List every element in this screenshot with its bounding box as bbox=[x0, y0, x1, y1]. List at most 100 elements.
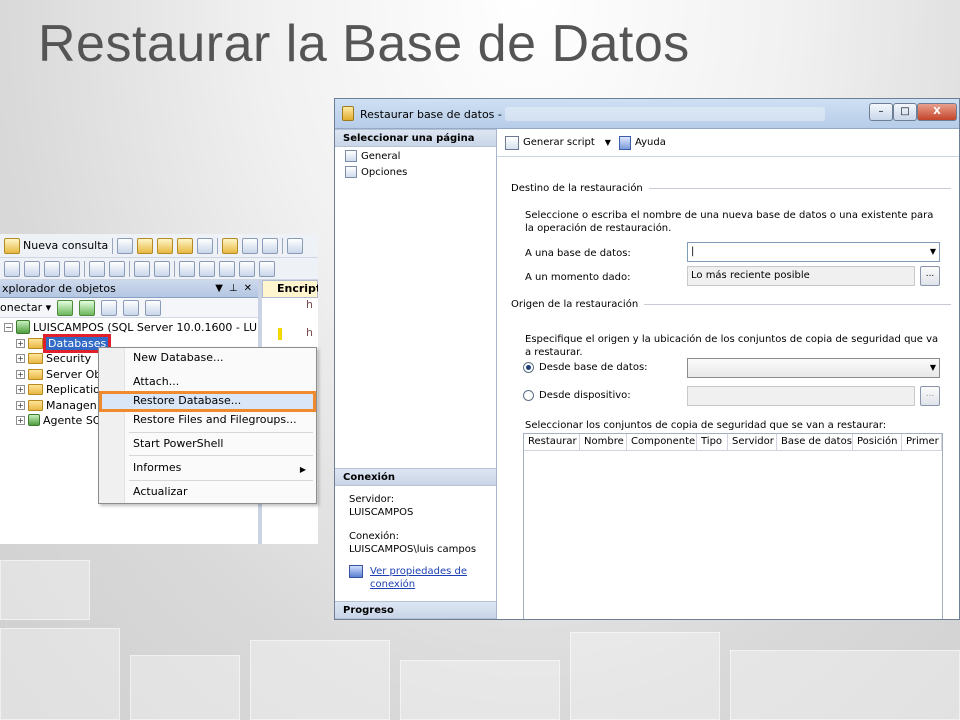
script-dropdown-icon[interactable]: ▼ bbox=[605, 138, 611, 147]
expand-icon[interactable]: + bbox=[16, 369, 25, 379]
column-header-first-lsn[interactable]: Primer L bbox=[902, 434, 942, 450]
page-icon bbox=[345, 150, 357, 162]
indent-icon[interactable] bbox=[89, 260, 105, 277]
point-in-time-browse-button[interactable]: ... bbox=[920, 266, 940, 286]
new-query-button[interactable]: Nueva consulta bbox=[4, 237, 108, 254]
to-database-label: A una base de datos: bbox=[525, 248, 631, 259]
menu-item-refresh[interactable]: Actualizar bbox=[133, 483, 188, 501]
to-database-combobox[interactable]: | ▼ bbox=[687, 242, 940, 262]
column-header-name[interactable]: Nombre bbox=[580, 434, 627, 450]
source-group-title: Origen de la restauración bbox=[511, 299, 639, 310]
tree-item-server-objects[interactable]: + Server Obj bbox=[16, 367, 104, 381]
chevron-down-icon[interactable]: ▼ bbox=[930, 359, 936, 377]
toolbar-icon[interactable] bbox=[239, 260, 255, 277]
menu-item-attach[interactable]: Attach... bbox=[133, 373, 179, 391]
save-icon[interactable] bbox=[242, 237, 259, 254]
close-button[interactable]: X bbox=[917, 103, 957, 121]
menu-item-start-powershell[interactable]: Start PowerShell bbox=[133, 435, 223, 453]
stop-icon[interactable] bbox=[101, 299, 118, 316]
tree-item-label: Agente SQ bbox=[43, 413, 102, 427]
column-header-restore[interactable]: Restaurar bbox=[524, 434, 580, 450]
from-device-browse-button[interactable]: ... bbox=[920, 386, 940, 406]
menu-separator bbox=[129, 455, 313, 456]
pin-icon[interactable]: ⊥ bbox=[229, 283, 238, 294]
chevron-down-icon[interactable]: ▼ bbox=[930, 243, 936, 261]
connect-icon[interactable] bbox=[57, 299, 74, 316]
query-db-icon[interactable] bbox=[137, 237, 154, 254]
query-dmx-icon[interactable] bbox=[177, 237, 194, 254]
toolbar-icon[interactable] bbox=[4, 260, 20, 277]
query-mdx-icon[interactable] bbox=[157, 237, 174, 254]
server-label: Servidor: bbox=[349, 494, 395, 505]
expand-icon[interactable]: + bbox=[16, 400, 25, 410]
from-database-combobox[interactable]: ▼ bbox=[687, 358, 940, 378]
dialog-title: Restaurar base de datos - bbox=[360, 108, 502, 121]
destination-group-title: Destino de la restauración bbox=[511, 183, 643, 194]
column-header-database[interactable]: Base de datos bbox=[777, 434, 853, 450]
from-device-radio[interactable] bbox=[523, 390, 534, 401]
menu-item-reports[interactable]: Informes bbox=[133, 459, 181, 477]
tree-server-node[interactable]: − LUISCAMPOS (SQL Server 10.0.1600 - LUI… bbox=[4, 320, 286, 334]
backup-sets-grid[interactable]: Restaurar Nombre Componente Tipo Servido… bbox=[523, 433, 943, 619]
tree-item-agent[interactable]: + Agente SQ bbox=[16, 413, 101, 427]
toolbar-icon[interactable] bbox=[219, 260, 235, 277]
toolbar-separator bbox=[174, 260, 175, 277]
submenu-arrow-icon: ▶ bbox=[299, 465, 306, 474]
menu-item-new-database[interactable]: New Database... bbox=[133, 349, 223, 367]
query-tab[interactable]: Encripta bbox=[262, 280, 318, 298]
tree-item-management[interactable]: + Managen bbox=[16, 398, 97, 412]
outdent-icon[interactable] bbox=[109, 260, 125, 277]
toolbar-icon[interactable] bbox=[199, 260, 215, 277]
menu-separator bbox=[129, 432, 313, 433]
comment-icon[interactable] bbox=[134, 260, 150, 277]
menu-separator bbox=[129, 480, 313, 481]
from-device-label: Desde dispositivo: bbox=[539, 390, 631, 401]
column-header-server[interactable]: Servidor bbox=[728, 434, 777, 450]
tree-item-replication[interactable]: + Replicatio bbox=[16, 382, 100, 396]
toolbar-icon[interactable] bbox=[179, 260, 195, 277]
column-header-type[interactable]: Tipo bbox=[697, 434, 728, 450]
background-tile bbox=[130, 655, 240, 720]
activity-monitor-icon[interactable] bbox=[287, 237, 304, 254]
tree-item-databases[interactable]: + Databases bbox=[16, 333, 112, 353]
connect-button[interactable]: onectar ▾ bbox=[0, 301, 51, 314]
expand-icon[interactable]: + bbox=[16, 338, 25, 348]
help-button[interactable]: Ayuda bbox=[635, 137, 666, 148]
print-icon[interactable] bbox=[262, 237, 279, 254]
query-xmla-icon[interactable] bbox=[197, 237, 214, 254]
minimize-button[interactable]: – bbox=[869, 103, 893, 121]
toolbar-separator bbox=[129, 260, 130, 277]
collapse-icon[interactable]: − bbox=[4, 322, 13, 332]
expand-icon[interactable]: + bbox=[16, 384, 25, 394]
view-connection-properties-link[interactable]: Ver propiedades de conexión bbox=[370, 565, 480, 591]
expand-icon[interactable]: + bbox=[16, 353, 25, 363]
expand-icon[interactable]: + bbox=[16, 415, 25, 425]
close-icon[interactable]: ✕ bbox=[244, 283, 252, 294]
open-folder-icon[interactable] bbox=[222, 237, 239, 254]
from-database-radio[interactable] bbox=[523, 362, 534, 373]
toolbar-icon[interactable] bbox=[64, 260, 80, 277]
select-page-header: Seleccionar una página bbox=[335, 129, 496, 147]
maximize-button[interactable]: □ bbox=[893, 103, 917, 121]
dropdown-icon[interactable]: ▼ bbox=[215, 283, 223, 294]
server-icon bbox=[16, 320, 30, 334]
filter-icon[interactable] bbox=[123, 299, 140, 316]
menu-item-restore-files[interactable]: Restore Files and Filegroups... bbox=[133, 411, 297, 429]
column-header-component[interactable]: Componente bbox=[627, 434, 697, 450]
tree-item-security[interactable]: + Security bbox=[16, 351, 91, 365]
column-header-position[interactable]: Posición bbox=[853, 434, 902, 450]
backup-sets-header: Restaurar Nombre Componente Tipo Servido… bbox=[524, 434, 942, 451]
uncomment-icon[interactable] bbox=[154, 260, 170, 277]
new-file-icon[interactable] bbox=[117, 237, 134, 254]
dialog-title-bar[interactable]: Restaurar base de datos - – □ X bbox=[335, 99, 959, 129]
page-options[interactable]: Opciones bbox=[345, 166, 407, 178]
toolbar-icon[interactable] bbox=[259, 260, 275, 277]
disconnect-icon[interactable] bbox=[79, 299, 96, 316]
refresh-icon[interactable] bbox=[145, 299, 162, 316]
page-general[interactable]: General bbox=[345, 150, 400, 162]
generate-script-button[interactable]: Generar script bbox=[523, 137, 595, 148]
toolbar-icon[interactable] bbox=[24, 260, 40, 277]
folder-icon bbox=[28, 352, 43, 364]
menu-item-restore-database[interactable]: Restore Database... bbox=[133, 392, 241, 410]
toolbar-icon[interactable] bbox=[44, 260, 60, 277]
